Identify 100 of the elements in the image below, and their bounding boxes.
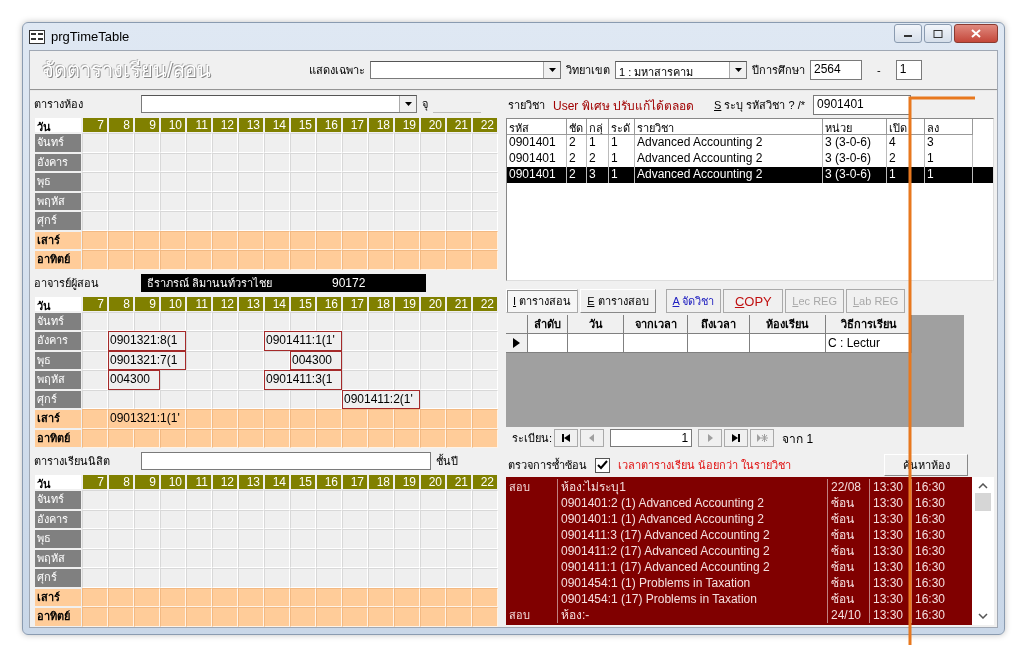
dropdown-arrow-icon[interactable]: [548, 68, 556, 72]
hour-header: 12: [212, 117, 238, 133]
scroll-thumb[interactable]: [975, 493, 991, 511]
column-header[interactable]: เปิด: [887, 119, 925, 135]
first-record-icon[interactable]: [560, 433, 573, 443]
column-header[interactable]: หน่วย: [823, 119, 887, 135]
last-record-icon[interactable]: [730, 433, 743, 443]
course-code-field[interactable]: 0901401: [813, 95, 912, 115]
column-header[interactable]: รายวิชา: [635, 119, 823, 135]
first-record-button[interactable]: [554, 429, 579, 447]
day-label: อังคาร: [34, 509, 82, 529]
class-block[interactable]: 0901321:1(1': [108, 409, 186, 429]
day-header: วัน: [34, 295, 82, 312]
close-button[interactable]: [954, 24, 998, 43]
timetable-cell: [316, 587, 342, 607]
day-label: อาทิตย์: [34, 428, 82, 448]
timetable-cell: [82, 428, 108, 448]
timetable-cell: [82, 172, 108, 192]
class-block[interactable]: 0901321:8(1: [108, 331, 186, 351]
academic-year-field[interactable]: 2564: [810, 60, 862, 80]
dropdown-arrow-icon[interactable]: [404, 102, 412, 106]
timetable-cell: [420, 548, 446, 568]
column-header[interactable]: ลง: [925, 119, 973, 135]
filter-combobox[interactable]: [370, 61, 561, 79]
conflict-checkbox[interactable]: [595, 457, 610, 473]
record-label: ระเบียน:: [512, 431, 553, 446]
class-block[interactable]: 004300: [290, 350, 342, 370]
class-block[interactable]: 0901321:7(1: [108, 350, 186, 370]
record-number-field[interactable]: 1: [610, 429, 693, 447]
scroll-down-icon[interactable]: [978, 613, 988, 619]
timetable-cell: [82, 529, 108, 549]
column-header[interactable]: วิธีการเรียน: [826, 315, 912, 334]
timetable-cell: [238, 133, 264, 153]
column-header[interactable]: วัน: [568, 315, 624, 334]
timetable-cell: [446, 389, 472, 409]
timetable-cell: [316, 133, 342, 153]
dropdown-arrow-icon[interactable]: [734, 68, 742, 72]
maximize-icon[interactable]: [933, 29, 943, 38]
timetable-cell: [82, 607, 108, 627]
timetable-cell: [394, 133, 420, 153]
day-label: เสาร์: [34, 230, 82, 250]
timetable-cell: [394, 230, 420, 250]
timetable-cell: [290, 230, 316, 250]
maximize-button[interactable]: [924, 24, 952, 43]
hour-header: 11: [186, 117, 212, 133]
timetable-cell: [82, 409, 108, 429]
column-header[interactable]: ชัด: [567, 119, 587, 135]
timetable-cell: [238, 389, 264, 409]
table-cell: 16:30: [915, 544, 946, 558]
timetable-cell: [290, 211, 316, 231]
campus-combobox[interactable]: 1 : มหาสารคาม: [615, 61, 747, 79]
table-cell: 13:30: [873, 544, 904, 558]
column-header[interactable]: ระดั: [609, 119, 635, 135]
minimize-button[interactable]: [894, 24, 922, 43]
close-icon[interactable]: [971, 29, 981, 38]
hour-header: 10: [160, 117, 186, 133]
hour-header: 16: [316, 117, 342, 133]
column-header[interactable]: ถึงเวลา: [688, 315, 750, 334]
tab[interactable]: I ตารางสอน: [506, 289, 579, 313]
timetable-cell: [368, 490, 394, 510]
hour-header: 7: [82, 117, 108, 133]
timetable-cell: [446, 409, 472, 429]
course-row[interactable]: 0901401 2 1 1 Advanced Accounting 2 3 (3-0-6) 4 3: [507, 135, 993, 151]
term-field[interactable]: 1: [895, 60, 922, 80]
action-button[interactable]: COPY: [723, 289, 784, 313]
timetable-cell: [420, 587, 446, 607]
column-header[interactable]: ห้องเรียน: [750, 315, 826, 334]
timetable-cell: [108, 211, 134, 231]
column-header[interactable]: ลำดับ: [528, 315, 568, 334]
course-row[interactable]: 0901401 2 3 1 Advanced Accounting 2 3 (3-0-6) 1 1: [507, 167, 993, 183]
room-combobox[interactable]: [141, 95, 417, 113]
table-cell: Advanced Accounting 2: [635, 135, 823, 151]
timetable-cell: [82, 587, 108, 607]
class-block[interactable]: 0901411:1(1': [264, 331, 342, 351]
timetable-cell: [160, 509, 186, 529]
column-header[interactable]: รหัส: [507, 119, 567, 135]
timetable-cell: [316, 548, 342, 568]
timetable-cell: [368, 230, 394, 250]
student-field[interactable]: [141, 452, 431, 470]
scrollbar[interactable]: [972, 477, 994, 625]
class-block[interactable]: 004300: [108, 370, 160, 390]
class-block[interactable]: 0901411:2(1': [342, 389, 420, 409]
timetable-cell: [342, 331, 368, 351]
column-header[interactable]: กลุ่: [587, 119, 609, 135]
action-button[interactable]: A จัดวิชา: [665, 289, 722, 313]
timetable-cell: [316, 172, 342, 192]
tab[interactable]: E ตารางสอบ: [580, 289, 656, 313]
column-header[interactable]: จากเวลา: [624, 315, 688, 334]
timetable-cell: [134, 152, 160, 172]
timetable-cell: [446, 509, 472, 529]
timetable-cell: [108, 133, 134, 153]
class-block[interactable]: 0901411:3(1: [264, 370, 342, 390]
last-record-button[interactable]: [724, 429, 749, 447]
timetable-cell: [186, 409, 212, 429]
scroll-up-icon[interactable]: [978, 483, 988, 489]
timetable-cell: [82, 331, 108, 351]
timetable-cell: [368, 350, 394, 370]
record-selector[interactable]: [506, 334, 528, 353]
timetable-cell: [264, 428, 290, 448]
timetable-cell: [290, 311, 316, 331]
